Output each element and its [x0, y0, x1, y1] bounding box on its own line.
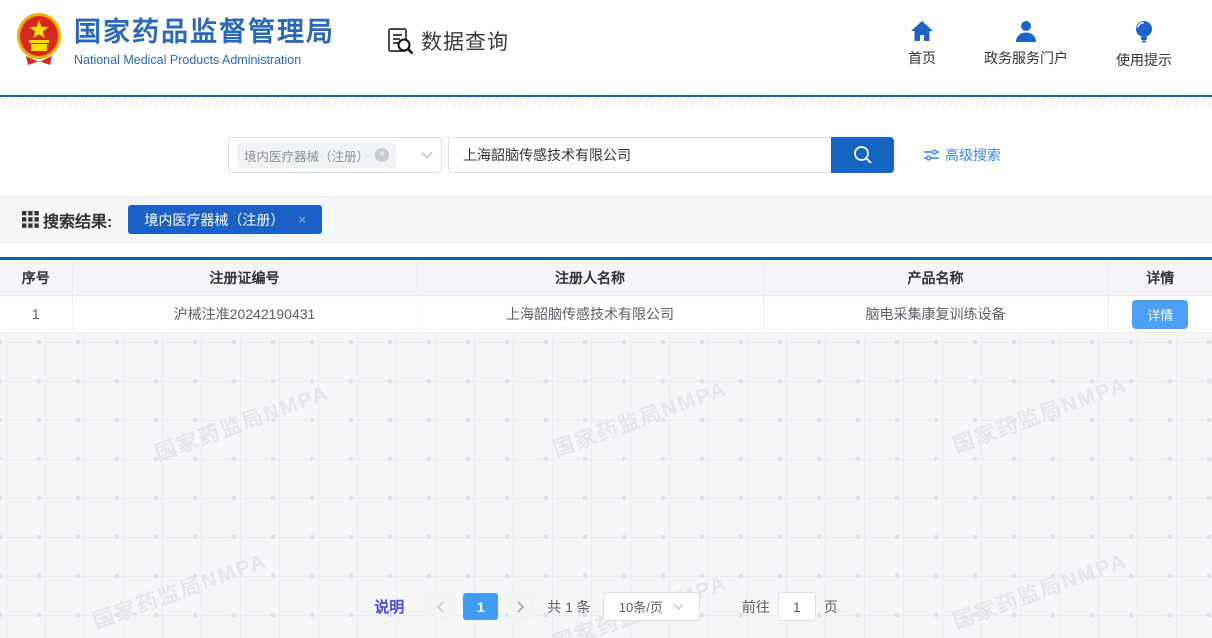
advanced-search-label: 高级搜索 — [945, 145, 1001, 165]
cell-registrant: 上海韶脑传感技术有限公司 — [417, 296, 763, 333]
nav-home-label: 首页 — [908, 48, 936, 68]
app-title-text: 数据查询 — [421, 26, 509, 56]
next-page-button[interactable] — [508, 593, 534, 620]
result-filter-tag[interactable]: 境内医疗器械（注册） × — [128, 205, 322, 234]
search-button[interactable] — [831, 137, 894, 173]
top-nav: 首页 政务服务门户 使用提示 — [908, 20, 1172, 70]
cell-cert-no: 沪械注准20242190431 — [72, 296, 417, 333]
results-label: 搜索结果: — [22, 208, 112, 232]
header-divider-hatch — [0, 97, 1212, 106]
search-section: 境内医疗器械（注册） × 高级搜索 — [0, 106, 1212, 196]
user-icon — [1014, 20, 1038, 42]
org-name-zh: 国家药品监督管理局 — [74, 10, 335, 49]
chevron-down-icon — [673, 603, 684, 610]
table-row: 1 沪械注准20242190431 上海韶脑传感技术有限公司 脑电采集康复训练设… — [0, 296, 1212, 333]
category-tag-label: 境内医疗器械（注册） — [244, 146, 369, 165]
national-emblem-icon — [16, 12, 62, 66]
category-tag-close-icon[interactable]: × — [375, 148, 389, 162]
table-header-row: 序号 注册证编号 注册人名称 产品名称 详情 — [0, 259, 1212, 296]
goto-page: 前往 页 — [742, 592, 838, 621]
nav-portal[interactable]: 政务服务门户 — [984, 20, 1068, 70]
org-name-en: National Medical Products Administration — [74, 53, 335, 67]
nav-tips[interactable]: 使用提示 — [1116, 20, 1172, 70]
bulb-icon — [1133, 20, 1155, 44]
filter-tag-label: 境内医疗器械（注册） — [144, 210, 284, 230]
col-header-registrant: 注册人名称 — [417, 259, 763, 296]
cell-product: 脑电采集康复训练设备 — [763, 296, 1108, 333]
filter-tag-close-icon[interactable]: × — [298, 212, 306, 227]
results-table: 序号 注册证编号 注册人名称 产品名称 详情 1 沪械注准20242190431… — [0, 257, 1212, 333]
results-label-text: 搜索结果: — [43, 208, 112, 232]
goto-page-input[interactable] — [778, 592, 816, 621]
watermark-text: 国家药监局NMPA — [948, 369, 1130, 460]
cell-index: 1 — [0, 296, 72, 333]
content-area: 国家药监局NMPA 国家药监局NMPA 国家药监局NMPA 国家药监局NMPA … — [0, 257, 1212, 638]
watermark-text: 国家药监局NMPA — [150, 377, 332, 468]
page-header: 国家药品监督管理局 National Medical Products Admi… — [0, 0, 1212, 95]
note-link[interactable]: 说明 — [374, 596, 404, 617]
document-search-icon — [385, 26, 415, 56]
search-icon — [852, 144, 874, 166]
filter-sliders-icon — [924, 148, 939, 162]
category-tag: 境内医疗器械（注册） × — [237, 143, 396, 168]
chevron-down-icon — [421, 148, 433, 162]
detail-button[interactable]: 详情 — [1132, 300, 1188, 329]
col-header-detail: 详情 — [1108, 259, 1212, 296]
advanced-search-link[interactable]: 高级搜索 — [924, 145, 1001, 165]
prev-page-button[interactable] — [427, 593, 453, 620]
results-bar: 搜索结果: 境内医疗器械（注册） × — [0, 196, 1212, 243]
nmpa-logo[interactable]: 国家药品监督管理局 National Medical Products Admi… — [16, 10, 335, 67]
chevron-left-icon — [435, 601, 445, 613]
goto-suffix-label: 页 — [824, 597, 838, 617]
goto-prefix-label: 前往 — [742, 597, 770, 617]
nav-tips-label: 使用提示 — [1116, 50, 1172, 70]
page-1-button[interactable]: 1 — [463, 593, 498, 620]
category-select[interactable]: 境内医疗器械（注册） × — [228, 137, 442, 173]
col-header-index: 序号 — [0, 259, 72, 296]
nav-home[interactable]: 首页 — [908, 20, 936, 70]
pagination: 说明 1 共 1 条 10条/页 前往 页 — [0, 592, 1212, 621]
watermark-text: 国家药监局NMPA — [948, 545, 1130, 636]
data-query-title: 数据查询 — [385, 26, 509, 56]
chevron-right-icon — [516, 601, 526, 613]
page-size-value: 10条/页 — [619, 597, 663, 616]
watermark-text: 国家药监局NMPA — [548, 373, 730, 464]
page-size-select[interactable]: 10条/页 — [603, 592, 700, 621]
home-icon — [910, 20, 934, 42]
search-input[interactable] — [448, 137, 831, 173]
watermark-text: 国家药监局NMPA — [88, 545, 270, 636]
total-count-label: 共 1 条 — [547, 597, 591, 617]
col-header-cert-no: 注册证编号 — [72, 259, 417, 296]
col-header-product: 产品名称 — [763, 259, 1108, 296]
nav-portal-label: 政务服务门户 — [984, 48, 1068, 68]
grid-icon — [22, 211, 39, 228]
